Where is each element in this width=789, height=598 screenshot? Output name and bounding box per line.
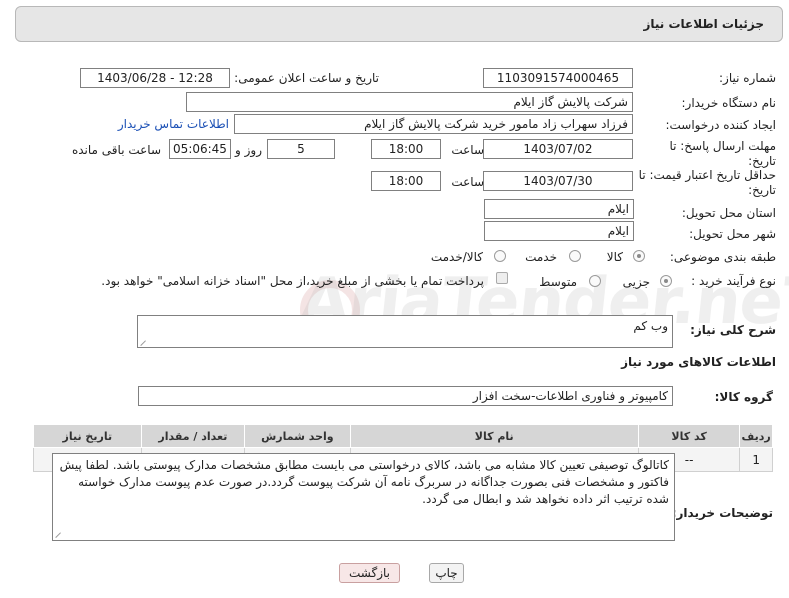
remaining-label: ساعت باقی مانده (71, 143, 161, 157)
category-radio-goods-service[interactable] (494, 250, 506, 262)
resize-handle-icon[interactable] (140, 337, 150, 347)
table-header-row: ردیف کد کالا نام کالا واحد شمارش تعداد /… (33, 424, 773, 448)
col-item-code: کد کالا (637, 424, 741, 448)
province-label: استان محل تحویل: (681, 206, 776, 220)
need-number-field: 1103091574000465 (483, 68, 633, 88)
requester-label: ایجاد کننده درخواست: (665, 118, 776, 132)
treasury-payment-checkbox[interactable] (496, 272, 508, 284)
notes-resize-handle-icon[interactable] (55, 529, 65, 539)
buyer-notes-label: توضیحات خریدار: (671, 506, 773, 520)
deadline-label: مهلت ارسال پاسخ: تا تاریخ: (669, 139, 776, 168)
category-label: طبقه بندی موضوعی: (669, 250, 776, 264)
category-option-goods: کالا (606, 250, 623, 264)
price-validity-time-label: ساعت (451, 175, 484, 189)
category-radio-service[interactable] (569, 250, 581, 262)
province-field: ایلام (484, 199, 634, 219)
city-label: شهر محل تحویل: (689, 227, 776, 241)
announce-label: تاریخ و ساعت اعلان عمومی: (234, 71, 379, 85)
buyer-org-label: نام دستگاه خریدار: (681, 96, 777, 110)
goods-section-title: اطلاعات کالاهای مورد نیاز (621, 355, 776, 369)
category-option-goods-service: کالا/خدمت (430, 250, 483, 264)
process-radio-minor[interactable] (660, 275, 672, 287)
payment-note: پرداخت تمام یا بخشی از مبلغ خرید،از محل … (101, 274, 484, 288)
description-field: وب کم (137, 315, 673, 348)
process-option-medium: متوسط (539, 275, 577, 289)
announce-field: 1403/06/28 - 12:28 (80, 68, 230, 88)
remaining-time-field: 05:06:45 (169, 139, 231, 159)
buyer-notes-field: کاتالوگ توصیفی تعیین کالا مشابه می باشد،… (52, 453, 675, 541)
col-unit: واحد شمارش (244, 424, 351, 448)
category-radio-goods[interactable] (633, 250, 645, 262)
back-button[interactable]: بازگشت (339, 563, 400, 583)
price-validity-label: حداقل تاریخ اعتبار قیمت: تا تاریخ: (638, 168, 776, 197)
deadline-time-label: ساعت (451, 143, 484, 157)
header-panel: جزئیات اطلاعات نیاز (15, 6, 783, 42)
city-field: ایلام (484, 221, 634, 241)
goods-group-label: گروه کالا: (714, 390, 773, 404)
process-option-minor: جزیی (622, 275, 650, 289)
days-label: روز و (235, 143, 262, 157)
days-field: 5 (267, 139, 335, 159)
cell-row-number: 1 (739, 447, 773, 472)
print-button[interactable]: چاپ (429, 563, 464, 583)
col-row-number: ردیف (739, 424, 773, 448)
col-item-name: نام کالا (349, 424, 639, 448)
need-number-label: شماره نیاز: (719, 71, 776, 85)
price-validity-time-field: 18:00 (371, 171, 441, 191)
description-label: شرح کلی نیاز: (690, 323, 776, 337)
col-need-date: تاریخ نیاز (33, 424, 142, 448)
requester-field: فرزاد سهراب زاد مامور خرید شرکت پالایش گ… (234, 114, 633, 134)
deadline-date-field: 1403/07/02 (483, 139, 633, 159)
process-label: نوع فرآیند خرید : (691, 274, 776, 288)
deadline-time-field: 18:00 (371, 139, 441, 159)
goods-group-field: کامپیوتر و فناوری اطلاعات-سخت افزار (138, 386, 673, 406)
category-option-service: خدمت (525, 250, 557, 264)
page-title: جزئیات اطلاعات نیاز (643, 17, 764, 31)
process-radio-medium[interactable] (589, 275, 601, 287)
buyer-contact-link[interactable]: اطلاعات تماس خریدار (118, 117, 229, 131)
buyer-org-field: شرکت پالایش گاز ایلام (186, 92, 633, 112)
price-validity-date-field: 1403/07/30 (483, 171, 633, 191)
col-quantity: تعداد / مقدار (140, 424, 246, 448)
